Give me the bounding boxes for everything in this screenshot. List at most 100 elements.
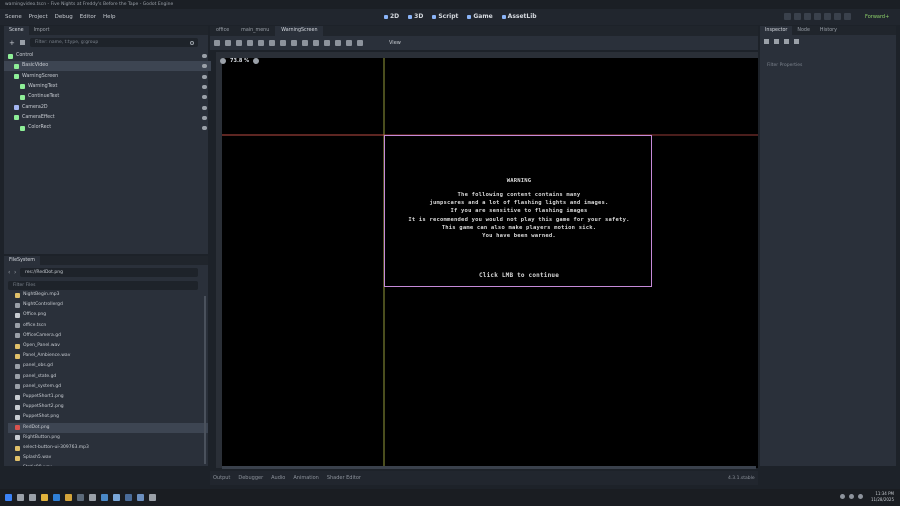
scale-icon[interactable] <box>247 40 253 46</box>
scrollbar[interactable] <box>204 296 206 464</box>
bottom-tab-debugger[interactable]: Debugger <box>238 475 263 481</box>
rotate-icon[interactable] <box>236 40 242 46</box>
search-icon[interactable] <box>17 494 24 501</box>
viewport-scroll-h[interactable] <box>222 466 756 469</box>
scene-tree-node[interactable]: BasicVideo <box>4 61 211 72</box>
play-icon[interactable] <box>784 13 791 20</box>
select-icon[interactable] <box>214 40 220 46</box>
pan-icon[interactable] <box>280 40 286 46</box>
start-icon[interactable] <box>5 494 12 501</box>
save-resource-icon[interactable] <box>784 39 789 44</box>
tab-filesystem[interactable]: FileSystem <box>4 256 40 265</box>
file-filter-input[interactable]: Filter Files <box>8 281 198 290</box>
more-icon[interactable] <box>794 39 799 44</box>
file-item[interactable]: PuppetShort1.png <box>8 392 208 402</box>
zoom-in-icon[interactable] <box>253 58 260 64</box>
play-scene-icon[interactable] <box>814 13 821 20</box>
scene-tree-node[interactable]: ContinueText <box>4 92 211 102</box>
zoom-level[interactable]: 73.8 % <box>230 58 249 64</box>
file-item[interactable]: PuppetShort2.png <box>8 402 208 412</box>
snap-icon[interactable] <box>313 40 319 46</box>
godot-icon[interactable] <box>101 494 108 501</box>
new-resource-icon[interactable] <box>764 39 769 44</box>
add-node-icon[interactable]: + <box>9 39 15 47</box>
instance-scene-icon[interactable] <box>20 40 25 45</box>
file-item[interactable]: select-button-ui-309763.mp3 <box>8 443 208 453</box>
back-icon[interactable]: ‹ <box>8 269 10 276</box>
pause-icon[interactable] <box>794 13 801 20</box>
visibility-icon[interactable] <box>202 95 207 100</box>
menu-project[interactable]: Project <box>29 9 48 25</box>
editor-tab[interactable]: office <box>210 26 235 36</box>
taskview-icon[interactable] <box>29 494 36 501</box>
visibility-icon[interactable] <box>202 84 207 89</box>
file-item[interactable]: NightBegin.mp3 <box>8 290 208 300</box>
app2-icon[interactable] <box>137 494 144 501</box>
file-item[interactable]: Static99.wav <box>8 463 208 466</box>
visibility-icon[interactable] <box>202 126 207 131</box>
tab-inspector[interactable]: Inspector <box>760 26 793 35</box>
tab-history[interactable]: History <box>815 26 842 35</box>
tab-scene[interactable]: Scene <box>4 26 29 35</box>
tab-node[interactable]: Node <box>792 26 815 35</box>
file-item[interactable]: Splash5.wav <box>8 453 208 463</box>
scene-tree-node[interactable]: Camera2D <box>4 103 211 113</box>
file-item[interactable]: Office.png <box>8 310 208 320</box>
camera-icon[interactable] <box>357 40 363 46</box>
bottom-tab-output[interactable]: Output <box>213 475 230 481</box>
visibility-icon[interactable] <box>202 115 207 120</box>
group-icon[interactable] <box>335 40 341 46</box>
file-item[interactable]: panel_state.gd <box>8 372 208 382</box>
clock[interactable]: 11:34 PM 11/28/2025 <box>871 491 894 503</box>
explorer-icon[interactable] <box>41 494 48 501</box>
app-icon[interactable] <box>125 494 132 501</box>
scene-tree-node[interactable]: WarningScreen <box>4 72 211 82</box>
scene-tree-node[interactable]: Control <box>4 51 211 61</box>
bottom-tab-audio[interactable]: Audio <box>271 475 285 481</box>
play-custom-icon[interactable] <box>824 13 831 20</box>
bottom-tab-shader-editor[interactable]: Shader Editor <box>327 475 361 481</box>
forward-icon[interactable]: › <box>14 269 16 276</box>
file-item[interactable]: panel_obs.gd <box>8 361 208 371</box>
lock-icon[interactable] <box>324 40 330 46</box>
scene-tree-node[interactable]: ColorRect <box>4 123 211 133</box>
renderer-select[interactable]: Forward+ <box>865 9 889 25</box>
app3-icon[interactable] <box>149 494 156 501</box>
workspace-2d[interactable]: 2D <box>384 9 399 25</box>
browser-icon[interactable] <box>53 494 60 501</box>
workspace-3d[interactable]: 3D <box>408 9 423 25</box>
stop-icon[interactable] <box>804 13 811 20</box>
file-item[interactable]: Panel_Ambience.wav <box>8 351 208 361</box>
menu-scene[interactable]: Scene <box>5 9 22 25</box>
zoom-out-icon[interactable] <box>220 58 226 64</box>
visibility-icon[interactable] <box>202 74 207 79</box>
property-filter-input[interactable]: Filter Properties <box>762 61 892 70</box>
file-item[interactable]: OfficeCamera.gd <box>8 331 208 341</box>
terminal-icon[interactable] <box>77 494 84 501</box>
file-item[interactable]: Open_Panel.wav <box>8 341 208 351</box>
battery-icon[interactable] <box>858 494 863 499</box>
file-item[interactable]: panel_system.gd <box>8 382 208 392</box>
movie-icon[interactable] <box>834 13 841 20</box>
path-field[interactable]: res://RedDot.png <box>20 268 198 277</box>
workspace-script[interactable]: Script <box>432 9 458 25</box>
chat-icon[interactable] <box>113 494 120 501</box>
visibility-icon[interactable] <box>202 54 207 58</box>
file-item[interactable]: PuppetShot.png <box>8 412 208 422</box>
wifi-icon[interactable] <box>840 494 845 499</box>
file-item[interactable]: office.tscn <box>8 321 208 331</box>
visibility-icon[interactable] <box>202 64 207 69</box>
view-menu[interactable]: View <box>389 36 401 50</box>
settings-icon[interactable] <box>89 494 96 501</box>
pivot-icon[interactable] <box>269 40 275 46</box>
list-icon[interactable] <box>258 40 264 46</box>
bottom-tab-animation[interactable]: Animation <box>293 475 319 481</box>
load-resource-icon[interactable] <box>774 39 779 44</box>
remote-icon[interactable] <box>844 13 851 20</box>
files-icon[interactable] <box>65 494 72 501</box>
volume-icon[interactable] <box>849 494 854 499</box>
grid-icon[interactable] <box>302 40 308 46</box>
editor-tab[interactable]: WarningScreen <box>275 26 324 36</box>
workspace-game[interactable]: Game <box>467 9 493 25</box>
file-item[interactable]: RedDot.png <box>8 422 208 433</box>
